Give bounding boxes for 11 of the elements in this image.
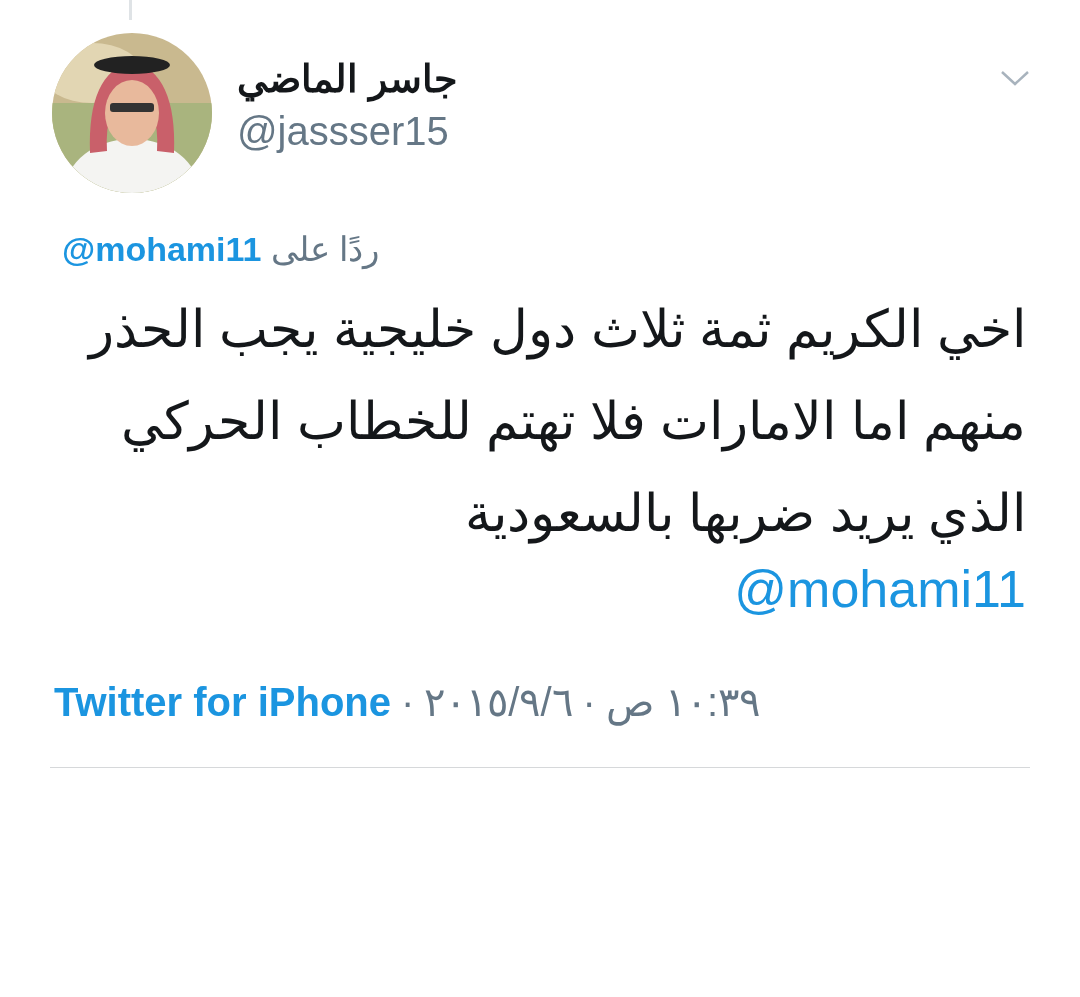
tweet-date: ٢٠١٥/٩/٦ (424, 679, 573, 725)
tweet-text: اخي الكريم ثمة ثلاث دول خليجية يجب الحذر منهم اما الامارات فلا تهتم للخطاب الحركي الذي يريد ضربها بالسعودية (85, 299, 1026, 546)
mention-link[interactable]: @mohami11 (734, 559, 1026, 619)
mention-link[interactable]: @mohami11 (62, 230, 262, 268)
source-link[interactable]: Twitter for iPhone (54, 679, 392, 725)
chevron-down-icon[interactable] (1000, 69, 1030, 87)
author-name: جاسر الماضي (237, 56, 458, 101)
tweet-time: ١٠:٣٩ ص (605, 679, 761, 725)
separator-dot: · (582, 679, 596, 725)
author-handle: @jassser15 (237, 108, 450, 154)
separator-dot: · (401, 679, 415, 725)
